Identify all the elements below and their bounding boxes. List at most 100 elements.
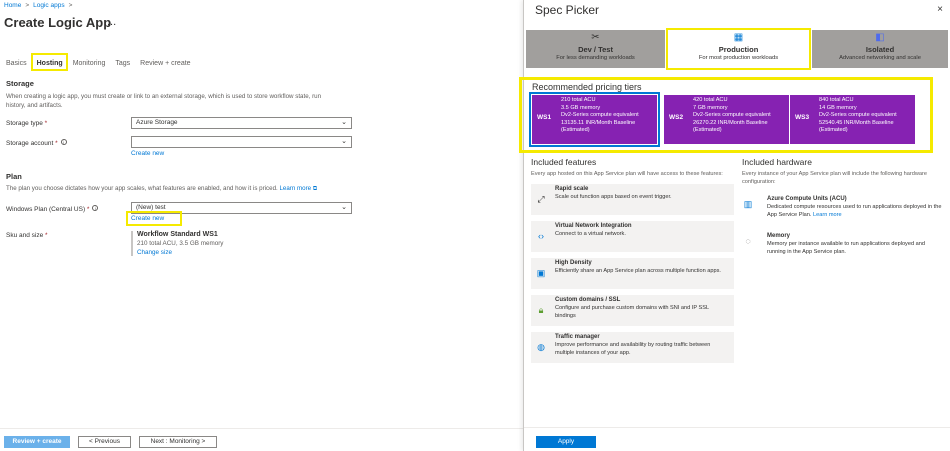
tier-details: 840 total ACU 14 GB memory Dv2-Series co… — [819, 97, 897, 135]
feature-desc: Configure and purchase custom domains wi… — [555, 305, 709, 319]
workload-sub: Advanced networking and scale — [839, 55, 921, 61]
workload-sub: For less demanding workloads — [556, 55, 635, 61]
breadcrumb-home[interactable]: Home — [4, 2, 21, 9]
more-options-icon[interactable]: ... — [107, 16, 116, 28]
spec-picker-pane: Spec Picker × ✂ Dev / Test For less dema… — [519, 0, 950, 451]
info-icon[interactable]: i — [92, 205, 99, 211]
feature-card: ⤢ Rapid scale Scale out function apps ba… — [531, 184, 734, 215]
feature-card: ▣ High Density Efficiently share an App … — [531, 258, 734, 289]
breadcrumb: Home > Logic apps > — [4, 2, 72, 9]
feature-title: High Density — [555, 260, 592, 266]
storage-account-label-text: Storage account — [6, 140, 54, 147]
highlight-box — [666, 28, 811, 70]
tier-details: 210 total ACU 3.5 GB memory Dv2-Series c… — [561, 97, 639, 135]
tier-acu: 840 total ACU — [819, 97, 854, 103]
tier-acu: 210 total ACU — [561, 97, 596, 103]
review-create-button[interactable]: Review + create — [4, 436, 70, 448]
tier-compute: Dv2-Series compute equivalent — [819, 112, 897, 118]
storage-type-label: Storage type * — [6, 120, 48, 127]
hardware-title-text: Azure Compute Units (ACU) — [767, 196, 847, 202]
feature-desc: Scale out function apps based on event t… — [555, 194, 672, 200]
feature-desc: Connect to a virtual network. — [555, 231, 626, 237]
page-title: Create Logic App — [4, 15, 112, 30]
recommended-tiers-title: Recommended pricing tiers — [532, 82, 642, 92]
features-title: Included features — [531, 157, 597, 167]
hardware-title-text: Memory — [767, 233, 791, 239]
tier-memory: 14 GB memory — [819, 104, 857, 111]
feature-card: ◍ Traffic manager Improve performance an… — [531, 332, 734, 363]
chevron-right-icon: > — [68, 2, 73, 9]
storage-account-dropdown[interactable]: ⌄ — [131, 136, 352, 148]
tier-card-ws2[interactable]: WS2 420 total ACU 7 GB memory Dv2-Series… — [664, 95, 789, 144]
windows-plan-label: Windows Plan (Central US) * i — [6, 205, 99, 213]
storage-heading: Storage — [6, 79, 34, 88]
storage-account-label: Storage account * i — [6, 139, 67, 147]
chevron-down-icon: ⌄ — [341, 138, 347, 145]
storage-create-new-link[interactable]: Create new — [131, 150, 164, 157]
wrench-icon: ✂ — [591, 32, 600, 43]
tier-compute: Dv2-Series compute equivalent — [693, 112, 771, 118]
apply-button[interactable]: Apply — [536, 436, 596, 448]
chevron-right-icon: > — [25, 2, 30, 9]
feature-desc: Efficiently share an App Service plan ac… — [555, 268, 721, 274]
storage-type-label-text: Storage type — [6, 120, 43, 127]
vnet-icon: ‹› — [538, 231, 544, 241]
storage-type-value: Azure Storage — [136, 119, 178, 126]
feature-title: Rapid scale — [555, 186, 589, 192]
highlight-box — [31, 53, 68, 71]
storage-description: When creating a logic app, you must crea… — [6, 93, 321, 110]
next-monitoring-button[interactable]: Next : Monitoring > — [139, 436, 217, 448]
close-icon[interactable]: × — [937, 4, 943, 15]
storage-description-line: history, and artifacts. — [6, 101, 63, 109]
feature-desc: Improve performance and availability by … — [555, 342, 711, 356]
tab-tags[interactable]: Tags — [115, 58, 130, 69]
tier-memory: 3.5 GB memory — [561, 104, 601, 111]
tier-price: 13135.11 INR/Month Baseline — [561, 119, 636, 126]
chevron-down-icon: ⌄ — [341, 204, 347, 211]
tab-basics[interactable]: Basics — [6, 58, 27, 69]
tier-details: 420 total ACU 7 GB memory Dv2-Series com… — [693, 97, 771, 135]
plan-learn-more-link[interactable]: Learn more — [279, 185, 311, 192]
cube-icon: ◧ — [875, 32, 885, 43]
windows-plan-value: (New) test — [136, 204, 166, 211]
tier-card-ws1[interactable]: WS1 210 total ACU 3.5 GB memory Dv2-Seri… — [529, 92, 660, 147]
breadcrumb-logic-apps[interactable]: Logic apps — [33, 2, 64, 9]
workload-isolated[interactable]: ◧ Isolated Advanced networking and scale — [812, 30, 948, 68]
tier-code: WS1 — [537, 114, 552, 121]
info-icon[interactable]: i — [60, 139, 67, 145]
hardware-learn-more-link[interactable]: Learn more — [813, 212, 842, 218]
tier-price: 52540.45 INR/Month Baseline — [819, 119, 894, 126]
workload-dev-test[interactable]: ✂ Dev / Test For less demanding workload… — [526, 30, 665, 68]
windows-plan-label-text: Windows Plan (Central US) — [6, 206, 86, 213]
spec-picker-title: Spec Picker — [535, 3, 600, 17]
tier-estimated: (Estimated) — [561, 127, 590, 133]
sku-detail: 210 total ACU, 3.5 GB memory — [137, 240, 224, 247]
storage-type-dropdown[interactable]: Azure Storage ⌄ — [131, 117, 352, 129]
memory-icon: ◌ — [745, 236, 751, 246]
sku-size-label: Sku and size * — [6, 232, 48, 239]
workload-name: Dev / Test — [578, 45, 613, 54]
hardware-sub: Every instance of your App Service plan … — [742, 171, 928, 185]
external-link-icon: ⧉ — [312, 185, 318, 192]
hardware-desc-text: Dedicated compute resources used to run … — [767, 204, 942, 218]
lock-icon: 🔒︎ — [538, 305, 544, 315]
highlight-box — [126, 211, 182, 226]
change-size-link[interactable]: Change size — [137, 249, 223, 256]
tier-estimated: (Estimated) — [819, 127, 848, 133]
tier-acu: 420 total ACU — [693, 97, 728, 103]
tier-code: WS3 — [795, 114, 810, 121]
feature-card: 🔒︎ Custom domains / SSL Configure and pu… — [531, 295, 734, 326]
tab-monitoring[interactable]: Monitoring — [73, 58, 106, 69]
previous-button[interactable]: < Previous — [78, 436, 131, 448]
hardware-title: Included hardware — [742, 157, 812, 167]
compute-icon: ▥ — [743, 199, 753, 209]
rapid-scale-icon: ⤢ — [537, 194, 545, 204]
plan-description-text: The plan you choose dictates how your ap… — [6, 185, 278, 192]
tab-review-create[interactable]: Review + create — [140, 58, 190, 69]
tier-price: 26270.22 INR/Month Baseline — [693, 119, 768, 126]
tier-card-ws3[interactable]: WS3 840 total ACU 14 GB memory Dv2-Serie… — [790, 95, 915, 144]
features-sub: Every app hosted on this App Service pla… — [531, 171, 723, 177]
plan-description: The plan you choose dictates how your ap… — [6, 185, 317, 194]
tier-estimated: (Estimated) — [693, 127, 722, 133]
create-logic-app-pane: Home > Logic apps > Create Logic App ...… — [0, 0, 523, 451]
